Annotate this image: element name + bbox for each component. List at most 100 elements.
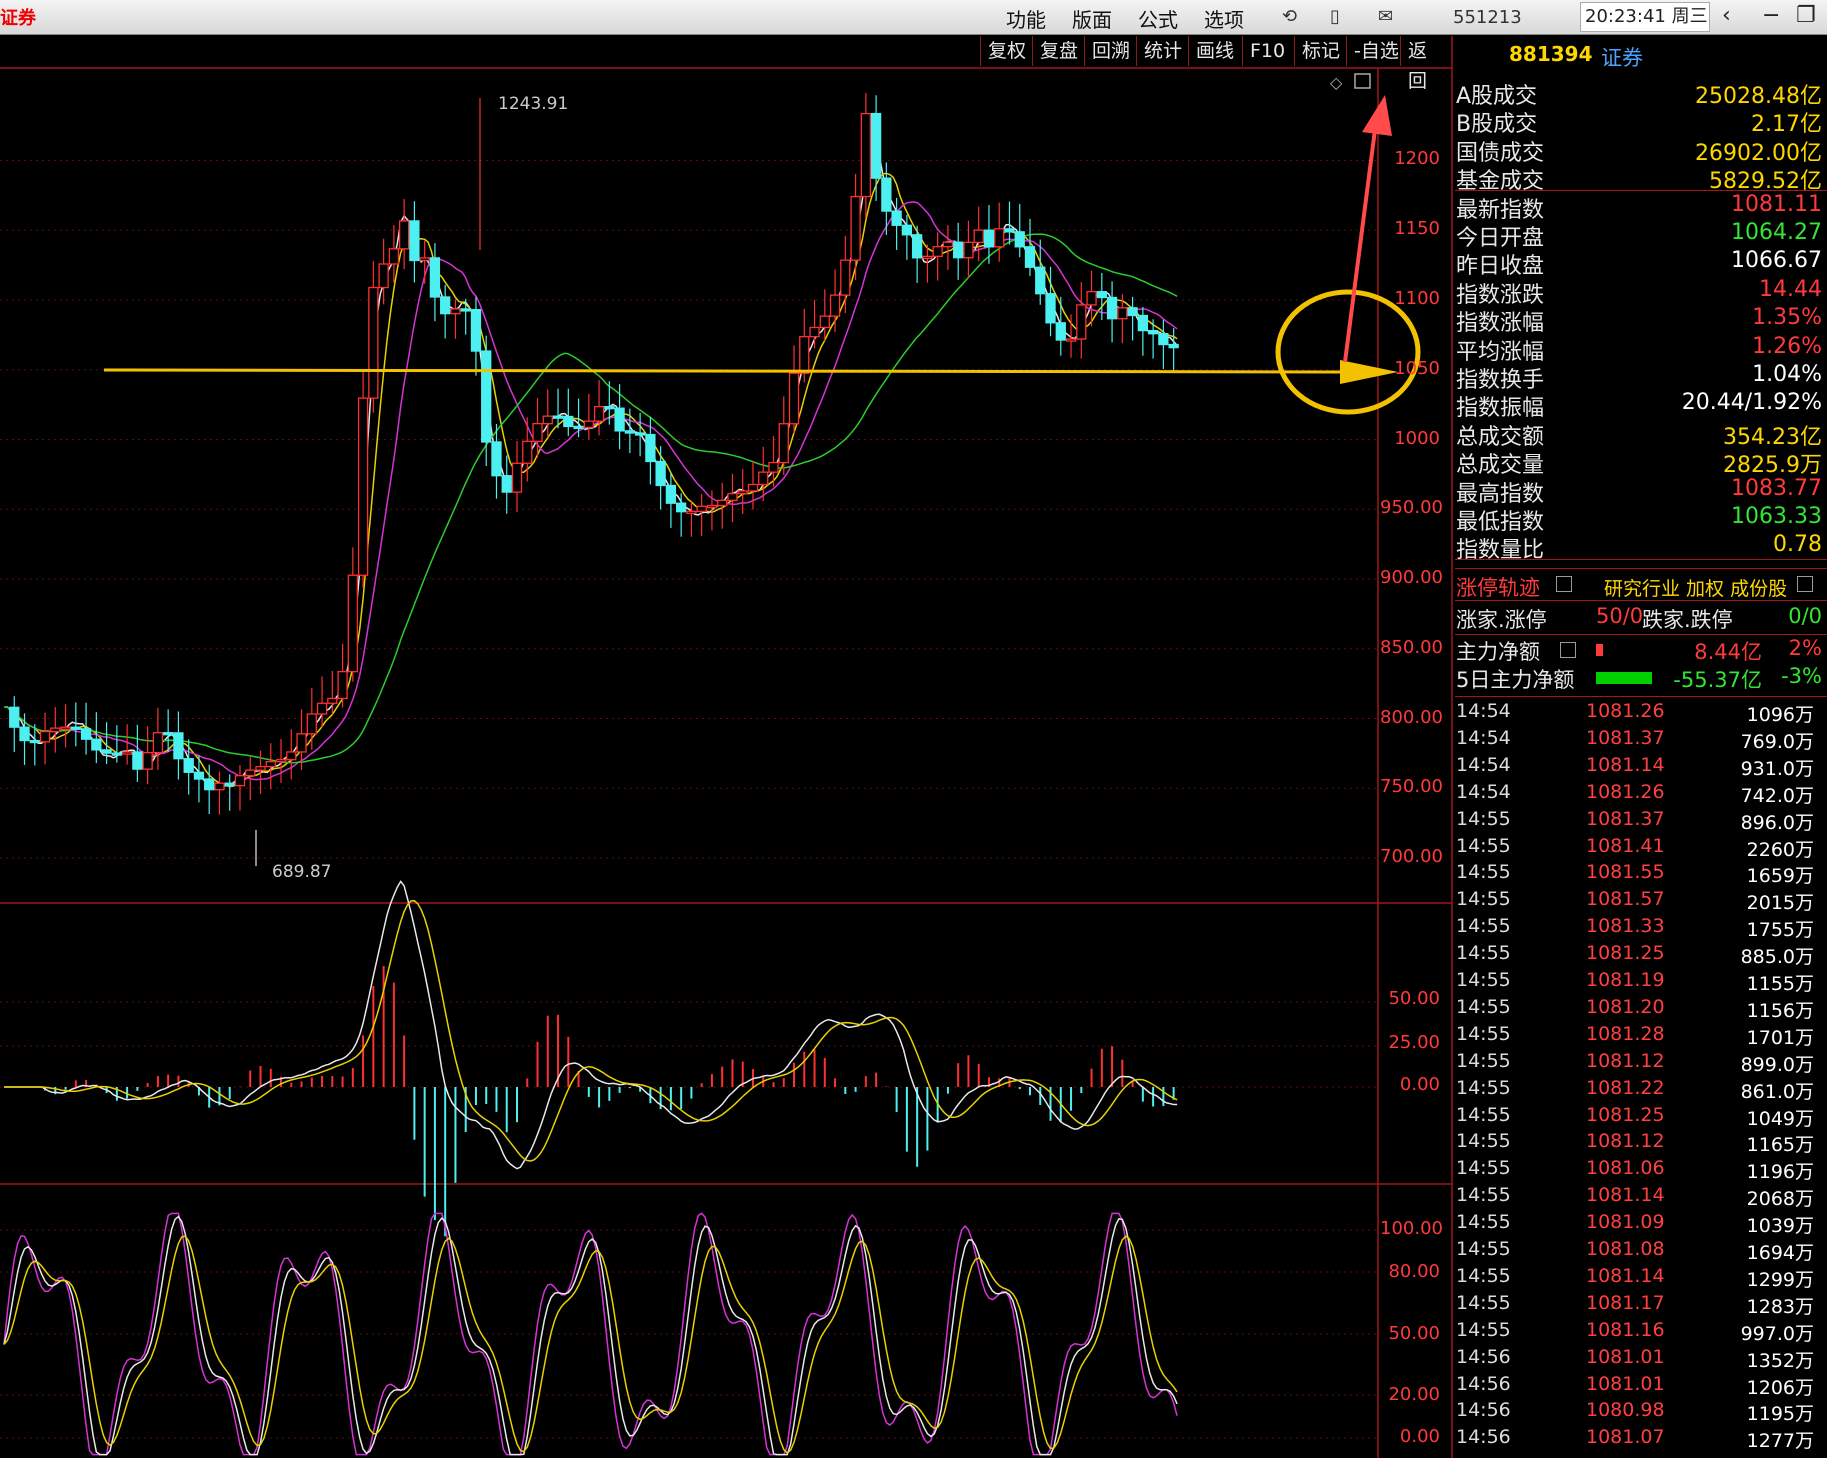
- tick-row: 14:56 1081.01 1206万: [1456, 1373, 1814, 1400]
- axis-label-700: 700.00: [1380, 846, 1443, 867]
- stat-value: 20.44/1.92%: [1681, 390, 1822, 416]
- stat-row: 今日开盘 1064.27: [1456, 220, 1822, 251]
- limit-track-links[interactable]: 研究行业 加权 成份股: [1604, 574, 1787, 601]
- tick-time: 14:55: [1456, 995, 1511, 1018]
- tick-volume: 1755万: [1746, 919, 1814, 942]
- stat-row: B股成交 2.17亿: [1456, 106, 1822, 137]
- stat-label: 最高指数: [1456, 481, 1545, 507]
- axis-label-1150: 1150: [1394, 218, 1440, 239]
- tick-price: 1081.14: [1586, 1184, 1665, 1207]
- tick-volume: 997.0万: [1740, 1322, 1814, 1345]
- stat-value: 1083.77: [1731, 475, 1822, 501]
- tick-volume: 2260万: [1746, 838, 1814, 861]
- tick-row: 14:56 1081.07 1277万: [1456, 1426, 1814, 1453]
- tick-price: 1081.22: [1586, 1076, 1665, 1099]
- kdj-axis-80: 80.00: [1388, 1261, 1440, 1282]
- stat-row: 指数涨跌 14.44: [1456, 276, 1822, 308]
- tick-row: 14:54 1081.14 931.0万: [1456, 754, 1814, 781]
- axis-label-800: 800.00: [1380, 707, 1443, 728]
- stat-value: 1081.11: [1731, 191, 1822, 217]
- stat-value: 354.23亿: [1723, 424, 1822, 450]
- support-line: [103, 368, 1341, 374]
- down-limit-value: 0/0: [1788, 604, 1822, 628]
- kline-chart-area[interactable]: ◇: [0, 0, 1455, 1458]
- stat-value: 1.35%: [1752, 305, 1822, 331]
- down-limit-label: 跌家.跌停: [1642, 608, 1733, 632]
- stat-row: 指数振幅 20.44/1.92%: [1456, 390, 1822, 421]
- stat-label: B股成交: [1456, 112, 1538, 138]
- stat-row: 指数涨幅 1.35%: [1456, 305, 1822, 336]
- up-limit-label: 涨家.涨停: [1456, 608, 1547, 632]
- restore-icon[interactable]: ❐: [1796, 3, 1816, 28]
- stat-label: 平均涨幅: [1456, 339, 1545, 365]
- main-flow-menu-icon[interactable]: [1560, 642, 1576, 658]
- rise-arrowhead: [1362, 95, 1392, 136]
- tick-volume: 1283万: [1746, 1295, 1814, 1318]
- tick-time: 14:56: [1456, 1345, 1511, 1368]
- main-flow-value: 8.44亿: [1694, 640, 1762, 664]
- tick-volume: 899.0万: [1740, 1053, 1814, 1076]
- tick-volume: 1206万: [1746, 1376, 1814, 1399]
- stat-row: 总成交量 2825.9万: [1456, 447, 1822, 478]
- kdj-axis-0: 0.00: [1399, 1426, 1440, 1447]
- limit-track-title[interactable]: 涨停轨迹: [1456, 572, 1540, 602]
- tick-volume: 1694万: [1746, 1242, 1814, 1264]
- stat-label: 指数换手: [1456, 368, 1545, 393]
- axis-label-750: 750.00: [1380, 776, 1443, 797]
- tick-row: 14:55 1081.16 997.0万: [1456, 1319, 1814, 1346]
- limit-row: 涨家.涨停 50/0 跌家.跌停 0/0: [1456, 604, 1822, 632]
- tick-row: 14:55 1081.17 1283万: [1456, 1292, 1814, 1319]
- tick-time: 14:55: [1456, 888, 1511, 911]
- tick-volume: 769.0万: [1740, 730, 1814, 753]
- tick-price: 1081.12: [1586, 1049, 1665, 1072]
- tick-price: 1081.06: [1586, 1157, 1665, 1180]
- tick-price: 1081.25: [1586, 942, 1665, 965]
- five-day-flow-row: 5日主力净额 -55.37亿 -3%: [1456, 664, 1822, 692]
- code-input[interactable]: 551213: [1453, 7, 1522, 28]
- kdj-axis-50: 50.00: [1388, 1323, 1440, 1344]
- rise-arrow-shaft: [1343, 121, 1378, 363]
- tick-time: 14:55: [1456, 1130, 1511, 1153]
- stat-row: 指数换手 1.04%: [1456, 362, 1822, 393]
- tick-price: 1081.17: [1586, 1291, 1665, 1314]
- tick-time: 14:56: [1456, 1426, 1511, 1449]
- tick-row: 14:54 1081.26 1096万: [1456, 700, 1814, 727]
- tick-row: 14:55 1081.12 1165万: [1456, 1130, 1814, 1157]
- tick-price: 1081.26: [1586, 700, 1665, 722]
- stat-row: 国债成交 26902.00亿: [1456, 135, 1822, 166]
- tick-row: 14:55 1081.22 861.0万: [1456, 1077, 1814, 1104]
- tick-volume: 885.0万: [1740, 946, 1814, 969]
- tick-row: 14:56 1080.98 1195万: [1456, 1399, 1814, 1426]
- tick-price: 1081.25: [1586, 1103, 1665, 1126]
- tick-row: 14:55 1081.55 1659万: [1456, 861, 1814, 888]
- tick-price: 1081.20: [1586, 995, 1665, 1018]
- tick-row: 14:55 1081.19 1155万: [1456, 969, 1814, 996]
- tick-time: 14:55: [1456, 1049, 1511, 1072]
- stat-value: 2825.9万: [1723, 453, 1822, 479]
- minimize-icon[interactable]: −: [1762, 3, 1780, 28]
- divider: [1455, 558, 1827, 560]
- stat-label: 指数涨跌: [1456, 282, 1545, 308]
- tick-volume: 1196万: [1746, 1161, 1814, 1184]
- tick-price: 1081.28: [1586, 1022, 1665, 1045]
- limit-track-menu-icon[interactable]: [1556, 576, 1572, 592]
- kdj-axis-20: 20.00: [1388, 1384, 1440, 1405]
- stat-label: 总成交量: [1456, 453, 1545, 479]
- constituent-menu-icon[interactable]: [1797, 576, 1813, 592]
- stat-value: 14.44: [1759, 276, 1822, 302]
- stat-label: 今日开盘: [1456, 226, 1545, 251]
- tick-time: 14:55: [1456, 942, 1511, 965]
- tick-time: 14:55: [1456, 1211, 1511, 1234]
- stat-label: 昨日收盘: [1456, 254, 1545, 280]
- five-day-flow-pct: -3%: [1781, 664, 1822, 688]
- tick-volume: 1039万: [1746, 1215, 1814, 1238]
- chart-corner-icons[interactable]: ◇: [1330, 73, 1371, 92]
- macd-axis-25: 25.00: [1388, 1032, 1440, 1053]
- svg-text:◇: ◇: [1330, 73, 1343, 92]
- low-annotation: 689.87: [272, 862, 332, 882]
- tick-row: 14:55 1081.12 899.0万: [1456, 1050, 1814, 1077]
- clock: 20:23:41 周三: [1580, 2, 1710, 32]
- five-day-flow-bar: [1596, 672, 1652, 684]
- back-icon[interactable]: ‹: [1722, 3, 1731, 28]
- tick-volume: 1156万: [1746, 999, 1814, 1022]
